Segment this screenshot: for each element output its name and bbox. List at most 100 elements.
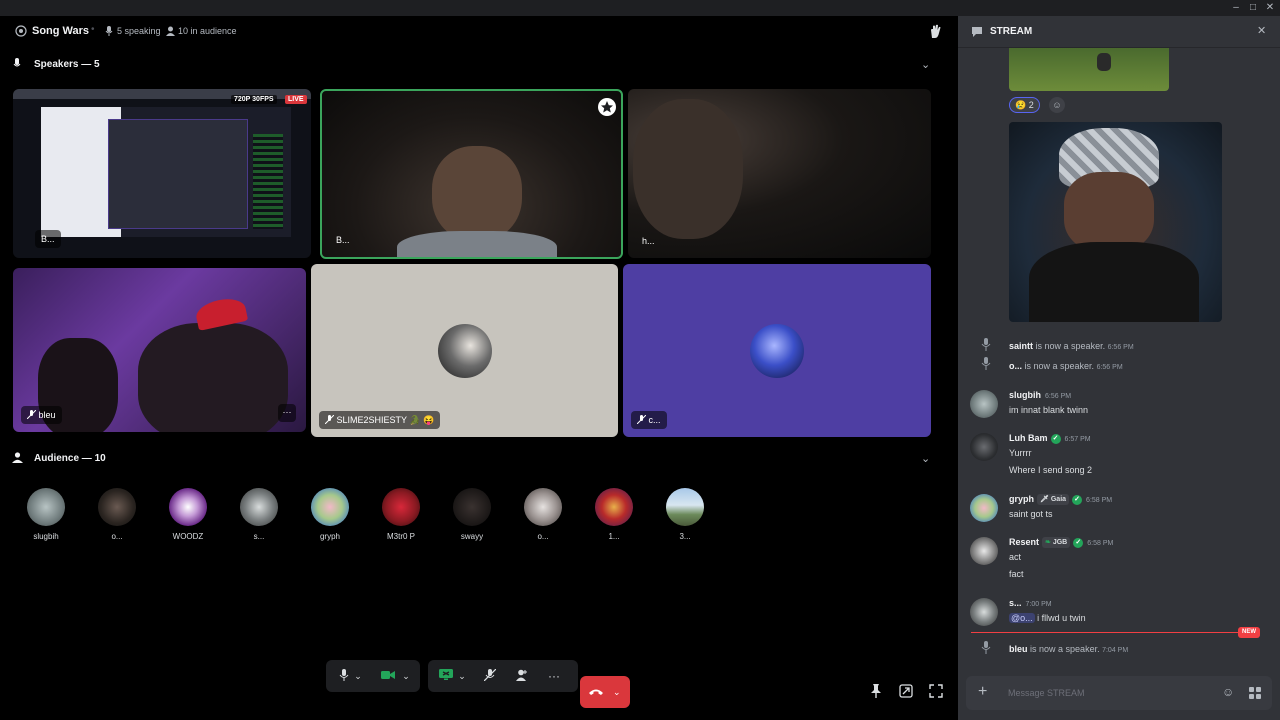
audience-member[interactable]: gryph [308,488,352,541]
more-options-icon[interactable]: ··· [540,660,568,692]
stage-icon [15,25,27,37]
sad-emoji-icon: 😢 [1015,100,1027,110]
avatar[interactable] [970,494,998,522]
system-message: o... is now a speaker. 6:56 PM [1009,361,1123,371]
audience-name: gryph [319,532,340,541]
pop-out-icon[interactable] [899,684,913,698]
message-text: saint got ts [1009,509,1053,519]
speaker-tile-webcam-h[interactable]: h... [628,89,931,258]
speaker-tile-webcam-b[interactable]: B... [320,89,623,259]
username[interactable]: gryph [1009,494,1034,504]
audience-name: 3... [679,532,691,541]
speaker-tile-slime[interactable]: SLIME2SHIESTY 🐊 😝 [311,264,618,437]
audience-member[interactable]: M3tr0 P [379,488,423,541]
speaker-tile-bleu[interactable]: bleu ··· [13,268,306,432]
add-person-icon [516,669,527,681]
username[interactable]: Resent [1009,537,1039,547]
avatar[interactable] [970,598,998,626]
image-face [1064,172,1154,252]
speaker-change-icon [981,338,991,351]
message-text: Yurrrr [1009,448,1032,458]
avatar [98,488,136,526]
shared-screen-chatlist [253,134,283,229]
avatar [240,488,278,526]
speaker-tile-screenshare[interactable]: 720P 30FPS LIVE B... [13,89,311,258]
audience-member[interactable]: slugbih [24,488,68,541]
apps-icon[interactable] [1249,687,1261,699]
username[interactable]: slugbih [1009,390,1041,400]
share-options-chevron-icon[interactable]: ⌄ [454,660,470,692]
speaker-tile-c[interactable]: c... [623,264,931,437]
speaker-name: bleu [21,406,62,424]
image-figure [1097,53,1111,71]
fullscreen-icon[interactable] [929,684,943,698]
speaker-avatar [750,323,804,378]
audience-name: WOODZ [172,532,204,541]
invite-button[interactable] [508,660,536,692]
audio-video-controls: ⌄ ⌄ [326,660,420,692]
audience-name: swayy [460,532,484,541]
window-titlebar: – □ ✕ [0,0,1280,16]
audience-count: 10 in audience [178,26,237,36]
speaker-name: h... [642,236,655,246]
chevron-down-icon[interactable]: ⌄ [921,58,930,71]
message-text: Where I send song 2 [1009,465,1093,475]
chat-image-attachment[interactable] [1009,48,1169,91]
speaker-name: SLIME2SHIESTY 🐊 😝 [319,411,441,429]
mic-options-chevron-icon[interactable]: ⌄ [350,660,366,692]
moderator-star-icon [598,98,616,116]
new-messages-divider [971,632,1247,633]
audience-member[interactable]: s... [237,488,281,541]
audience-member[interactable]: o... [95,488,139,541]
add-attachment-icon[interactable]: + [978,683,987,701]
avatar[interactable] [970,433,998,461]
audience-member[interactable]: 1... [592,488,636,541]
camera-options-chevron-icon[interactable]: ⌄ [398,660,414,692]
audience-member[interactable]: swayy [450,488,494,541]
move-to-audience-button[interactable] [476,660,504,692]
avatar [27,488,65,526]
speaker-name: B... [336,235,350,245]
username[interactable]: Luh Bam [1009,433,1048,443]
stage-header: Song Wars • 5 speaking 10 in audience [0,16,955,48]
muted-mic-icon [324,414,335,425]
audience-member[interactable]: WOODZ [166,488,210,541]
leave-call-button[interactable]: ⌄ [580,676,630,708]
raise-hand-icon[interactable] [928,24,944,40]
more-options-button[interactable]: ··· [278,404,296,422]
message-input[interactable] [1008,685,1208,701]
audience-name: 1... [608,532,620,541]
avatar [382,488,420,526]
text-chat-panel: STREAM ✕ 😢 2 ☺ saintt is now a speaker. … [958,16,1280,720]
audience-member[interactable]: o... [521,488,565,541]
avatar[interactable] [970,390,998,418]
hang-up-icon [589,689,603,695]
audience-name: o... [111,532,123,541]
close-chat-icon[interactable]: ✕ [1257,24,1266,37]
chevron-down-icon[interactable]: ⌄ [921,452,930,465]
chat-image-attachment[interactable] [1009,122,1222,322]
avatar [453,488,491,526]
microphone-icon [339,669,349,681]
live-badge: LIVE [285,95,307,104]
audience-member[interactable]: 3... [663,488,707,541]
pin-icon[interactable] [870,684,882,698]
camera-icon [381,671,395,679]
emoji-picker-icon[interactable]: ☺ [1222,685,1234,699]
reaction-pill[interactable]: 😢 2 [1009,97,1040,113]
audience-section-label: Audience — 10 [34,453,106,464]
username[interactable]: s... [1009,598,1022,608]
avatar[interactable] [970,537,998,565]
system-message: saintt is now a speaker. 6:56 PM [1009,341,1134,351]
image-shirt [1029,242,1199,322]
add-reaction-icon[interactable]: ☺ [1049,97,1065,113]
speaking-count: 5 speaking [117,26,161,36]
audience-icon [12,452,23,463]
leaf-icon: ❧ [1045,539,1051,547]
audience-name: o... [537,532,549,541]
user-mention[interactable]: @o... [1009,613,1035,623]
leave-options-chevron-icon[interactable]: ⌄ [613,676,621,708]
message-header: gryph 🗡 Gaia ✓ 6:58 PM [1009,494,1113,506]
close-window-icon[interactable]: ✕ [1260,1,1280,15]
message-header: s... 7:00 PM [1009,598,1052,608]
